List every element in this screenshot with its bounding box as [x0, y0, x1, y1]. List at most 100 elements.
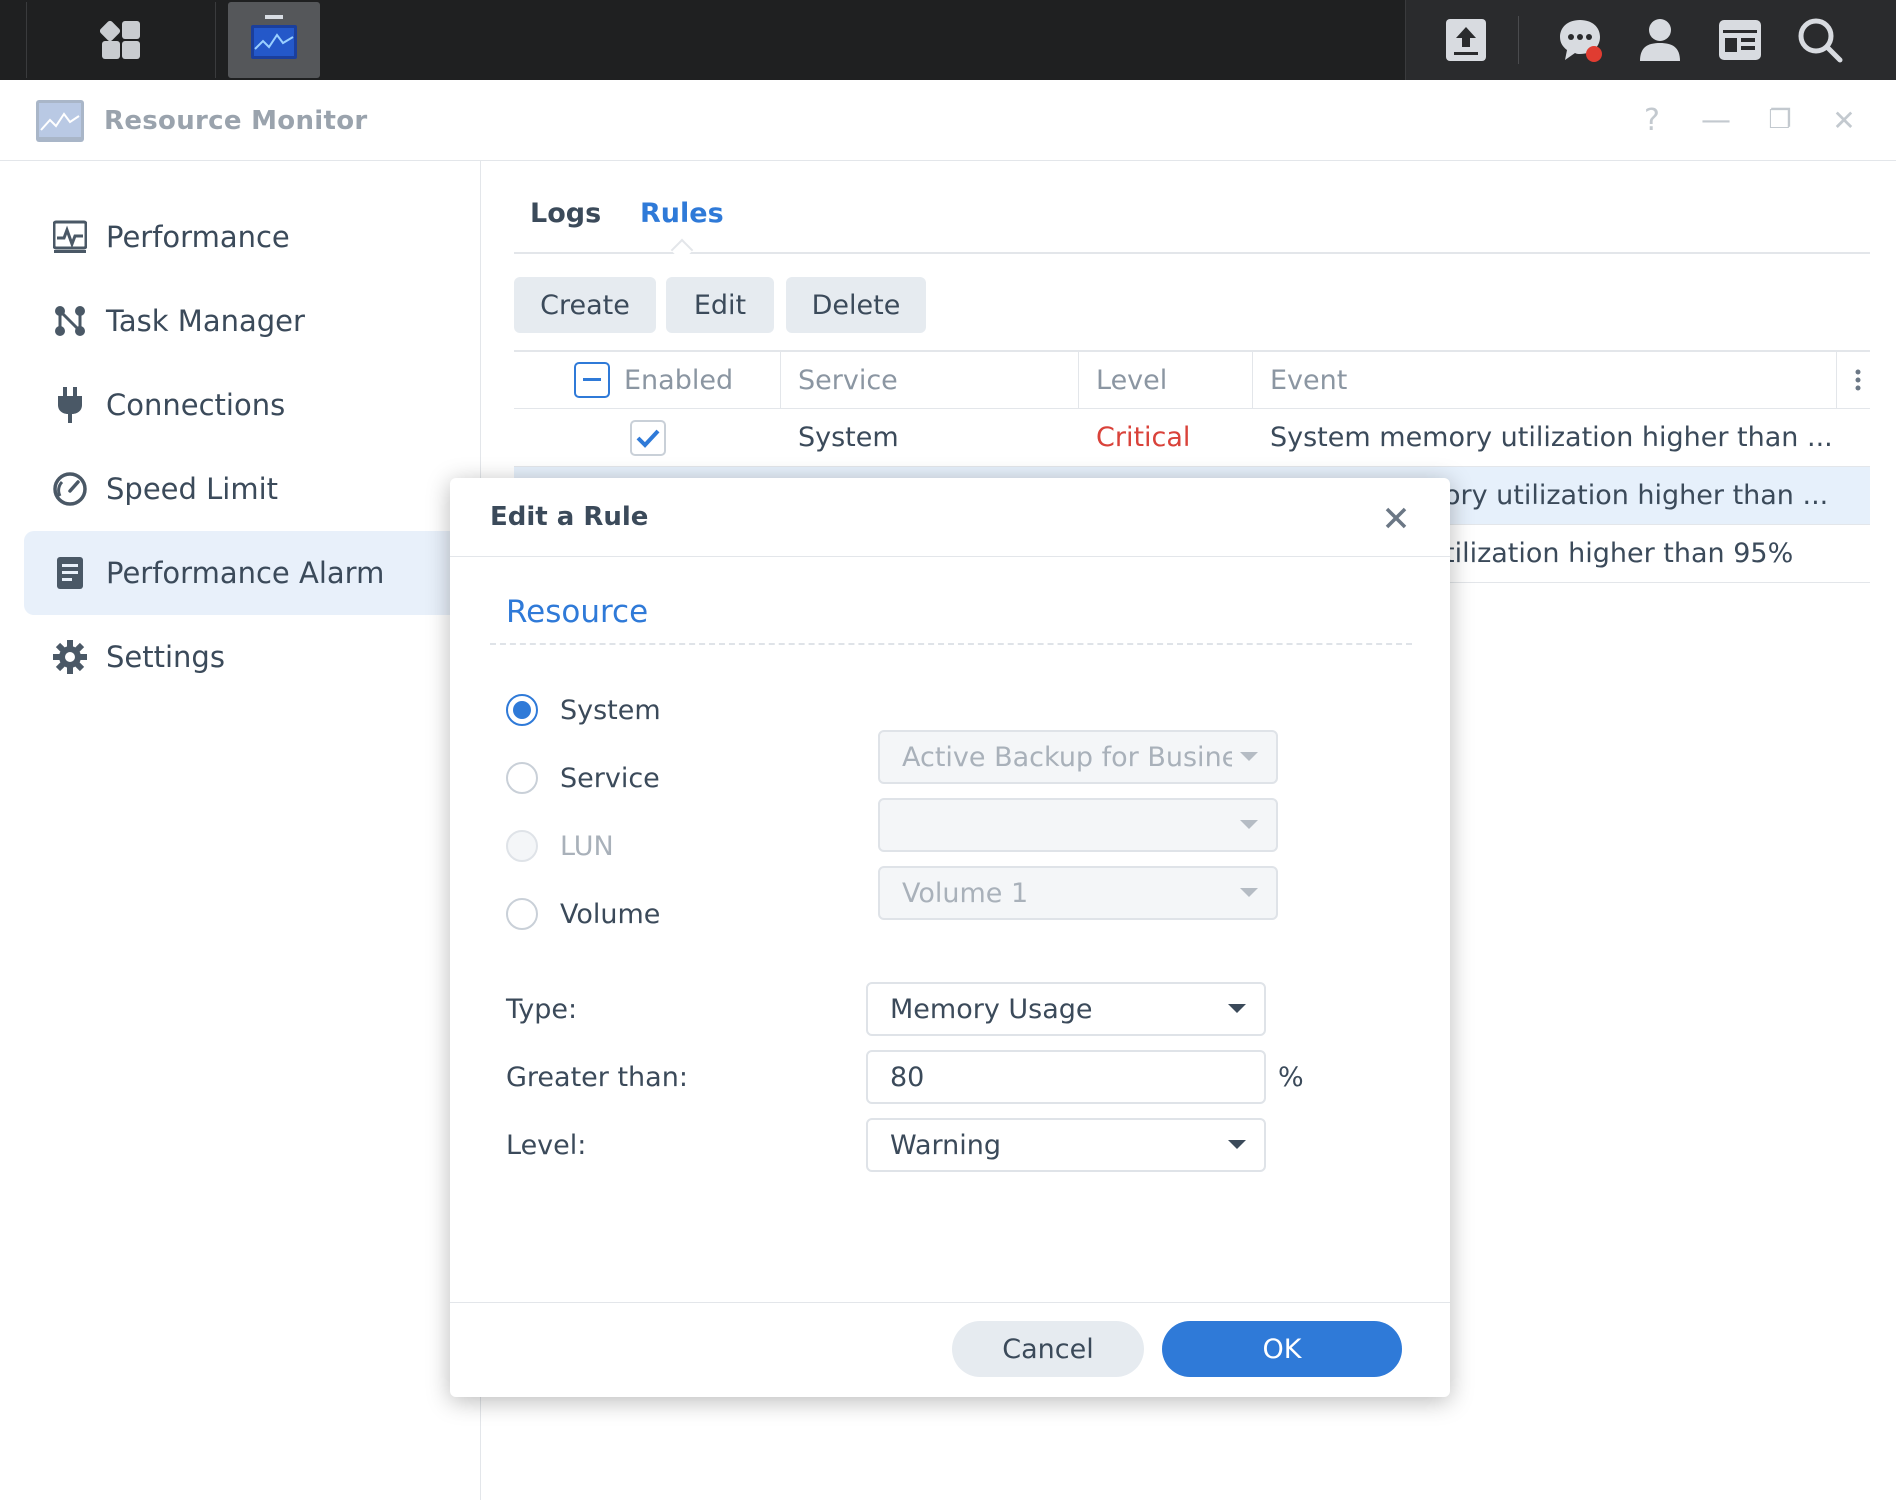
radio-volume[interactable]: Volume	[506, 894, 660, 934]
service-select[interactable]: Active Backup for Busine	[878, 730, 1278, 784]
plug-icon	[52, 387, 88, 423]
row-service-cell: System	[798, 422, 899, 453]
radio-service[interactable]: Service	[506, 758, 660, 798]
table-row[interactable]: System Critical System memory utilizatio…	[514, 409, 1870, 467]
sidebar-item-speed-limit[interactable]: Speed Limit	[24, 447, 480, 531]
row-event-cell: ory utilization higher than ...	[1444, 480, 1829, 511]
type-label: Type:	[506, 994, 578, 1025]
sidebar-item-connections[interactable]: Connections	[24, 363, 480, 447]
tab-rules[interactable]: Rules	[640, 198, 724, 229]
sidebar: Performance Task Manager Connections Spe…	[0, 161, 481, 1500]
row-event-cell: tilization higher than 95%	[1444, 538, 1794, 569]
restore-icon: ❐	[1768, 105, 1792, 135]
section-title-resource: Resource	[506, 594, 649, 630]
task-manager-icon	[52, 303, 88, 339]
column-header-event[interactable]: Event	[1270, 352, 1347, 408]
header-enabled[interactable]: Enabled	[574, 352, 733, 408]
dialog-header: Edit a Rule	[450, 478, 1450, 557]
enabled-checkbox[interactable]	[630, 419, 666, 456]
volume-select[interactable]: Volume 1	[878, 866, 1278, 920]
radio-button[interactable]	[506, 694, 538, 726]
column-menu-icon[interactable]	[1846, 352, 1870, 408]
sidebar-item-label: Performance	[106, 220, 290, 254]
upload-icon[interactable]	[1442, 16, 1490, 64]
gauge-icon	[52, 471, 88, 507]
level-select[interactable]: Warning	[866, 1118, 1266, 1172]
radio-dot	[513, 701, 531, 719]
gear-icon	[52, 639, 88, 675]
select-all-checkbox[interactable]	[574, 362, 610, 398]
edit-rule-dialog: Edit a Rule Resource System Service Acti…	[450, 478, 1450, 1397]
create-button[interactable]: Create	[514, 277, 656, 333]
row-enabled-cell	[630, 409, 666, 466]
widgets-icon[interactable]	[1716, 16, 1764, 64]
alarm-doc-icon	[52, 555, 88, 591]
service-select-value: Active Backup for Busine	[902, 741, 1232, 773]
sidebar-item-label: Settings	[106, 640, 225, 674]
dialog-title: Edit a Rule	[490, 502, 649, 532]
resource-monitor-logo	[36, 100, 84, 142]
window-titlebar: Resource Monitor ? — ❐ ✕	[0, 80, 1896, 161]
cancel-button[interactable]: Cancel	[952, 1321, 1144, 1377]
greater-than-input[interactable]: 80	[866, 1050, 1266, 1104]
taskbar-resource-monitor[interactable]	[228, 2, 320, 78]
radio-label: Service	[560, 762, 660, 794]
edit-button[interactable]: Edit	[666, 277, 774, 333]
level-label: Level:	[506, 1130, 587, 1161]
sidebar-item-task-manager[interactable]: Task Manager	[24, 279, 480, 363]
dialog-close-button[interactable]	[1378, 500, 1414, 536]
lun-select	[878, 798, 1278, 852]
chevron-down-icon	[1240, 752, 1258, 761]
radio-button	[506, 830, 538, 862]
ok-button[interactable]: OK	[1162, 1321, 1402, 1377]
taskbar	[0, 0, 1896, 80]
column-header-service[interactable]: Service	[798, 352, 898, 408]
column-header-enabled: Enabled	[624, 364, 734, 396]
performance-icon	[52, 219, 88, 255]
close-icon: ✕	[1832, 103, 1856, 137]
user-icon[interactable]	[1636, 16, 1684, 64]
minimize-icon: —	[1701, 102, 1731, 138]
sidebar-item-label: Connections	[106, 388, 286, 422]
radio-label: Volume	[560, 898, 661, 930]
radio-button[interactable]	[506, 762, 538, 794]
radio-button[interactable]	[506, 898, 538, 930]
type-select-value: Memory Usage	[890, 993, 1093, 1025]
tab-logs[interactable]: Logs	[530, 198, 601, 229]
chevron-down-icon	[1240, 820, 1258, 829]
column-header-level[interactable]: Level	[1096, 352, 1167, 408]
column-divider	[1078, 352, 1079, 408]
percent-unit: %	[1278, 1062, 1304, 1093]
sidebar-item-settings[interactable]: Settings	[24, 615, 480, 699]
greater-than-value: 80	[890, 1061, 925, 1093]
search-icon[interactable]	[1796, 16, 1844, 64]
active-tab-indicator	[670, 238, 694, 262]
column-divider	[1836, 352, 1837, 408]
level-select-value: Warning	[890, 1129, 1002, 1161]
type-select[interactable]: Memory Usage	[866, 982, 1266, 1036]
radio-label: LUN	[560, 830, 614, 862]
sidebar-item-label: Performance Alarm	[106, 556, 385, 590]
main-menu-button[interactable]	[26, 2, 216, 78]
volume-select-value: Volume 1	[902, 877, 1029, 909]
restore-button[interactable]: ❐	[1760, 100, 1800, 140]
delete-button[interactable]: Delete	[786, 277, 926, 333]
minimize-button[interactable]: —	[1696, 100, 1736, 140]
sidebar-item-performance-alarm[interactable]: Performance Alarm	[24, 531, 480, 615]
sidebar-item-performance[interactable]: Performance	[24, 195, 480, 279]
apps-grid-icon	[100, 20, 140, 59]
notifications-icon[interactable]	[1556, 16, 1604, 64]
window-title: Resource Monitor	[104, 106, 368, 136]
tray-separator	[1518, 16, 1519, 64]
radio-label: System	[560, 694, 661, 726]
taskbar-tray	[1405, 0, 1896, 80]
close-window-button[interactable]: ✕	[1824, 100, 1864, 140]
radio-system[interactable]: System	[506, 690, 661, 730]
help-icon: ?	[1644, 102, 1660, 138]
chevron-down-icon	[1228, 1004, 1246, 1013]
tab-bar: Logs Rules	[514, 192, 1870, 262]
help-button[interactable]: ?	[1632, 100, 1672, 140]
greater-than-label: Greater than:	[506, 1062, 688, 1093]
radio-lun: LUN	[506, 826, 614, 866]
chevron-down-icon	[1228, 1140, 1246, 1149]
